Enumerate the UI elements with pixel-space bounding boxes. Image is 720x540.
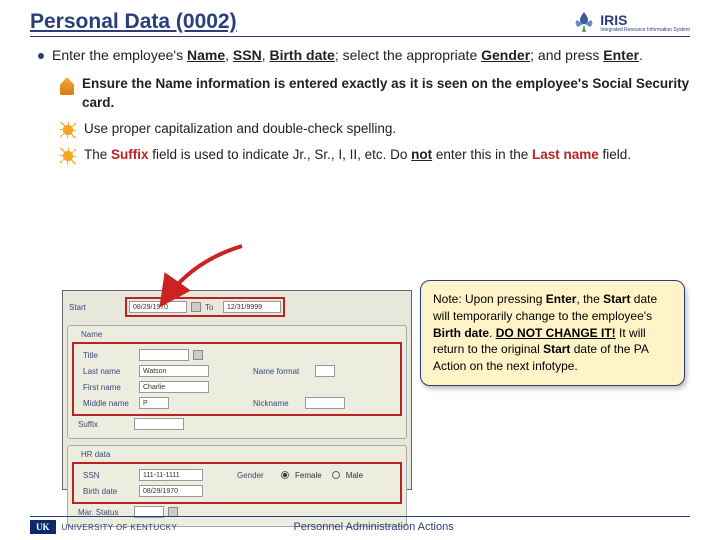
sap-birthdate-field[interactable]: 08/29/1970 (139, 485, 203, 497)
footer-title: Personnel Administration Actions (177, 521, 570, 533)
sap-lastname-field[interactable]: Watson (139, 365, 209, 377)
sap-hr-section: HR data (78, 450, 113, 459)
sub-note-suffix: The Suffix field is used to indicate Jr.… (84, 146, 631, 164)
sun-icon (60, 122, 76, 138)
sub-note-caps: Use proper capitalization and double-che… (84, 120, 396, 138)
sap-ssn-field[interactable]: 111-11-1111 (139, 469, 203, 481)
dropdown-icon[interactable] (193, 350, 203, 360)
uk-name: UNIVERSITY OF KENTUCKY (62, 523, 178, 532)
logo-text: IRIS (600, 12, 690, 28)
iris-logo: IRIS Integrated Resource Information Sys… (572, 10, 690, 34)
radio-female[interactable] (281, 471, 289, 479)
warning-icon (60, 77, 74, 95)
uk-badge: UK (30, 520, 56, 534)
radio-male[interactable] (332, 471, 340, 479)
sub-note-exact: Ensure the Name information is entered e… (82, 75, 690, 111)
sap-firstname-field[interactable]: Charlie (139, 381, 209, 393)
sap-to-field[interactable]: 12/31/9999 (223, 301, 281, 313)
footer: UK UNIVERSITY OF KENTUCKY Personnel Admi… (30, 516, 690, 534)
logo-subtext: Integrated Resource Information System (600, 28, 690, 33)
sap-start-highlight: 08/29/1970 To 12/31/9999 (125, 297, 285, 317)
sap-middle-field[interactable]: P (139, 397, 169, 409)
main-instruction: Enter the employee's Name, SSN, Birth da… (52, 45, 643, 65)
page-title: Personal Data (0002) (30, 10, 237, 34)
sap-screenshot: Start 08/29/1970 To 12/31/9999 Name Titl… (62, 290, 412, 490)
sun-icon (60, 148, 76, 164)
sap-start-label: Start (69, 303, 121, 312)
header-rule (30, 36, 690, 37)
sap-name-section: Name (78, 330, 105, 339)
calendar-icon[interactable] (191, 302, 201, 312)
bullet-icon (38, 53, 44, 59)
iris-flower-icon (572, 10, 596, 34)
sap-start-field[interactable]: 08/29/1970 (129, 301, 187, 313)
note-callout: Note: Upon pressing Enter, the Start dat… (420, 280, 685, 386)
